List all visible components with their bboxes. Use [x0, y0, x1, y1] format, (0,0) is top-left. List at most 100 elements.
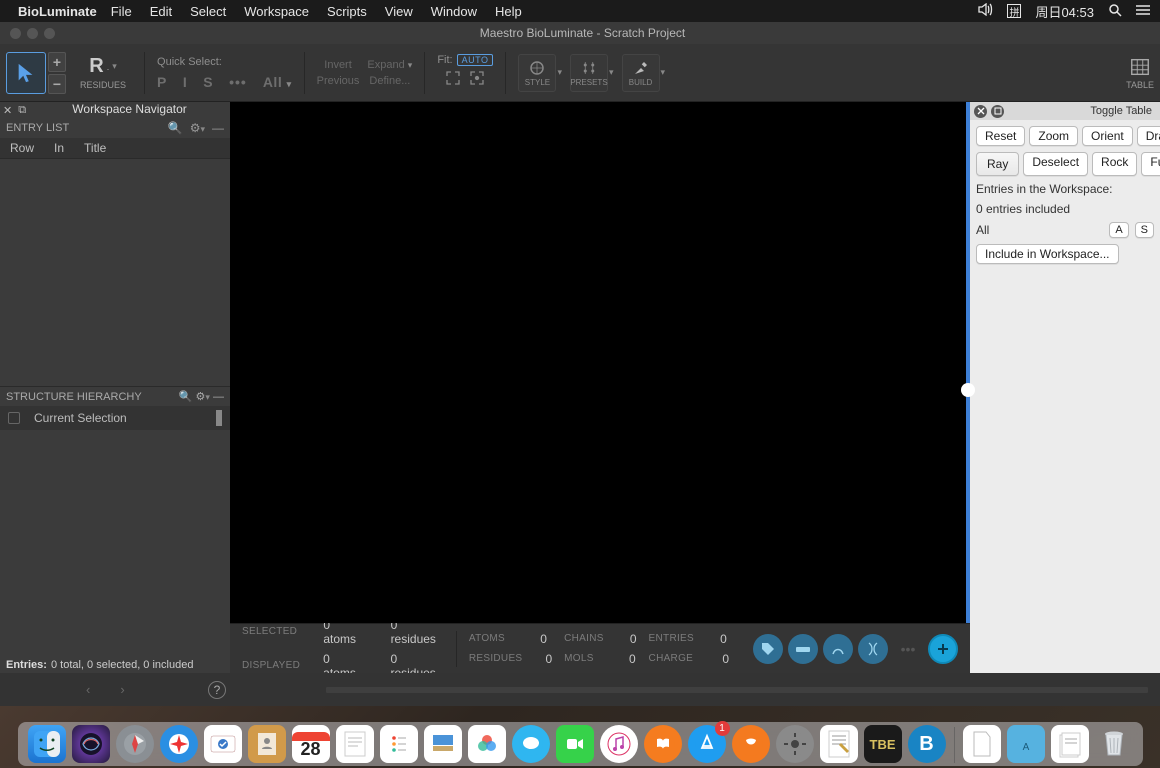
dock-reminders[interactable] — [380, 725, 418, 763]
struct-collapse-icon[interactable]: — — [213, 391, 224, 403]
previous-button[interactable]: Previous — [317, 75, 360, 87]
menu-view[interactable]: View — [385, 4, 413, 19]
dock-system-prefs[interactable] — [776, 725, 814, 763]
status-add-button[interactable] — [928, 634, 958, 664]
fit-auto-badge[interactable]: AUTO — [457, 54, 494, 66]
draw-button[interactable]: Dra — [1137, 126, 1160, 146]
dock-launchpad[interactable] — [116, 725, 154, 763]
col-in[interactable]: In — [54, 141, 64, 155]
dock-textedit[interactable] — [820, 725, 858, 763]
app-name[interactable]: BioLuminate — [18, 4, 97, 19]
build-tool[interactable]: BUILD — [622, 54, 660, 92]
pin-panel-icon[interactable]: ⧉ — [15, 104, 29, 117]
entry-list-body[interactable] — [0, 159, 230, 386]
reset-button[interactable]: Reset — [976, 126, 1025, 146]
dock-ibooks[interactable] — [644, 725, 682, 763]
ray-button[interactable]: Ray — [976, 152, 1019, 176]
current-selection-checkbox[interactable] — [8, 412, 20, 424]
clock[interactable]: 周日04:53 — [1035, 2, 1094, 21]
dock-stack[interactable] — [1051, 725, 1089, 763]
structure-body[interactable] — [0, 430, 230, 657]
dock-preview[interactable] — [424, 725, 462, 763]
dock-b-app[interactable]: B — [908, 725, 946, 763]
orient-button[interactable]: Orient — [1082, 126, 1133, 146]
fit-expand-icon[interactable] — [445, 70, 461, 91]
current-selection-row[interactable]: Current Selection — [0, 406, 230, 430]
dock-apps-folder[interactable]: A — [1007, 725, 1045, 763]
col-row[interactable]: Row — [10, 141, 34, 155]
dock-calendar[interactable]: 28 — [292, 725, 330, 763]
residues-tool[interactable]: R.▾ RESIDUES — [74, 53, 132, 92]
invert-button[interactable]: Invert — [324, 59, 352, 71]
struct-search-icon[interactable]: 🔍 — [179, 391, 193, 403]
dock-photos[interactable] — [468, 725, 506, 763]
fit-focus-icon[interactable] — [469, 70, 485, 91]
menu-file[interactable]: File — [111, 4, 132, 19]
history-back-icon[interactable]: ‹ — [86, 682, 90, 697]
status-shape-button[interactable] — [823, 634, 853, 664]
status-measure-button[interactable] — [788, 634, 818, 664]
s-button[interactable]: S — [1135, 222, 1154, 238]
remove-selection-button[interactable]: − — [48, 74, 66, 94]
menu-scripts[interactable]: Scripts — [327, 4, 367, 19]
struct-settings-icon[interactable]: ⚙▾ — [196, 391, 210, 403]
style-tool[interactable]: STYLE — [518, 54, 556, 92]
command-input[interactable] — [326, 687, 1148, 693]
add-selection-button[interactable]: + — [48, 52, 66, 72]
dock-itunes[interactable] — [600, 725, 638, 763]
quickselect-s[interactable]: S — [203, 74, 213, 90]
entry-settings-icon[interactable]: ⚙▾ — [190, 121, 205, 135]
quickselect-p[interactable]: P — [157, 74, 167, 90]
define-button[interactable]: Define... — [369, 75, 410, 87]
select-tool[interactable] — [6, 52, 46, 94]
zoom-button[interactable]: Zoom — [1029, 126, 1078, 146]
panel-pop-icon[interactable] — [991, 105, 1004, 118]
spotlight-icon[interactable] — [1108, 3, 1122, 20]
dock-appstore[interactable]: 1 — [688, 725, 726, 763]
dock-safari[interactable] — [160, 725, 198, 763]
menu-window[interactable]: Window — [431, 4, 477, 19]
workspace-navigator-sidebar: ✕ ⧉ Workspace Navigator ENTRY LIST 🔍 ⚙▾ … — [0, 102, 230, 673]
presets-tool[interactable]: PRESETS — [570, 54, 608, 92]
dock-siri[interactable] — [72, 725, 110, 763]
volume-icon[interactable] — [978, 3, 993, 19]
dock-finder[interactable] — [28, 725, 66, 763]
deselect-button[interactable]: Deselect — [1023, 152, 1088, 176]
quickselect-all[interactable]: All ▾ — [263, 74, 292, 90]
menu-edit[interactable]: Edit — [150, 4, 172, 19]
quickselect-more[interactable]: ••• — [229, 74, 247, 90]
menu-select[interactable]: Select — [190, 4, 226, 19]
rock-button[interactable]: Rock — [1092, 152, 1137, 176]
history-fwd-icon[interactable]: › — [120, 682, 124, 697]
expand-button[interactable]: Expand ▾ — [367, 59, 412, 71]
status-tag-button[interactable] — [753, 634, 783, 664]
entry-collapse-icon[interactable]: — — [212, 121, 224, 135]
input-method-icon[interactable]: 拼 — [1007, 4, 1021, 18]
entry-search-icon[interactable]: 🔍 — [168, 121, 183, 135]
dock-notes[interactable] — [336, 725, 374, 763]
dock-tbe[interactable]: TBE — [864, 725, 902, 763]
quickselect-i[interactable]: I — [183, 74, 187, 90]
status-more-button[interactable]: ••• — [893, 634, 923, 664]
3d-viewport[interactable] — [230, 102, 970, 623]
dock-facetime[interactable] — [556, 725, 594, 763]
dock-app-orange[interactable] — [732, 725, 770, 763]
dock-messages[interactable] — [512, 725, 550, 763]
entry-list-label: ENTRY LIST — [6, 122, 69, 134]
col-title[interactable]: Title — [84, 141, 106, 155]
a-button[interactable]: A — [1109, 222, 1128, 238]
status-helix-button[interactable] — [858, 634, 888, 664]
table-tool[interactable]: TABLE — [1126, 56, 1154, 90]
dock-mail[interactable] — [204, 725, 242, 763]
menu-workspace[interactable]: Workspace — [244, 4, 309, 19]
notification-center-icon[interactable] — [1136, 4, 1150, 19]
dock-document[interactable] — [963, 725, 1001, 763]
include-workspace-button[interactable]: Include in Workspace... — [976, 244, 1119, 264]
full-button[interactable]: Ful — [1141, 152, 1160, 176]
dock-trash[interactable] — [1095, 725, 1133, 763]
close-panel-icon[interactable]: ✕ — [0, 104, 15, 117]
help-icon[interactable]: ? — [208, 681, 226, 699]
dock-contacts[interactable] — [248, 725, 286, 763]
panel-close-icon[interactable] — [974, 105, 987, 118]
menu-help[interactable]: Help — [495, 4, 522, 19]
